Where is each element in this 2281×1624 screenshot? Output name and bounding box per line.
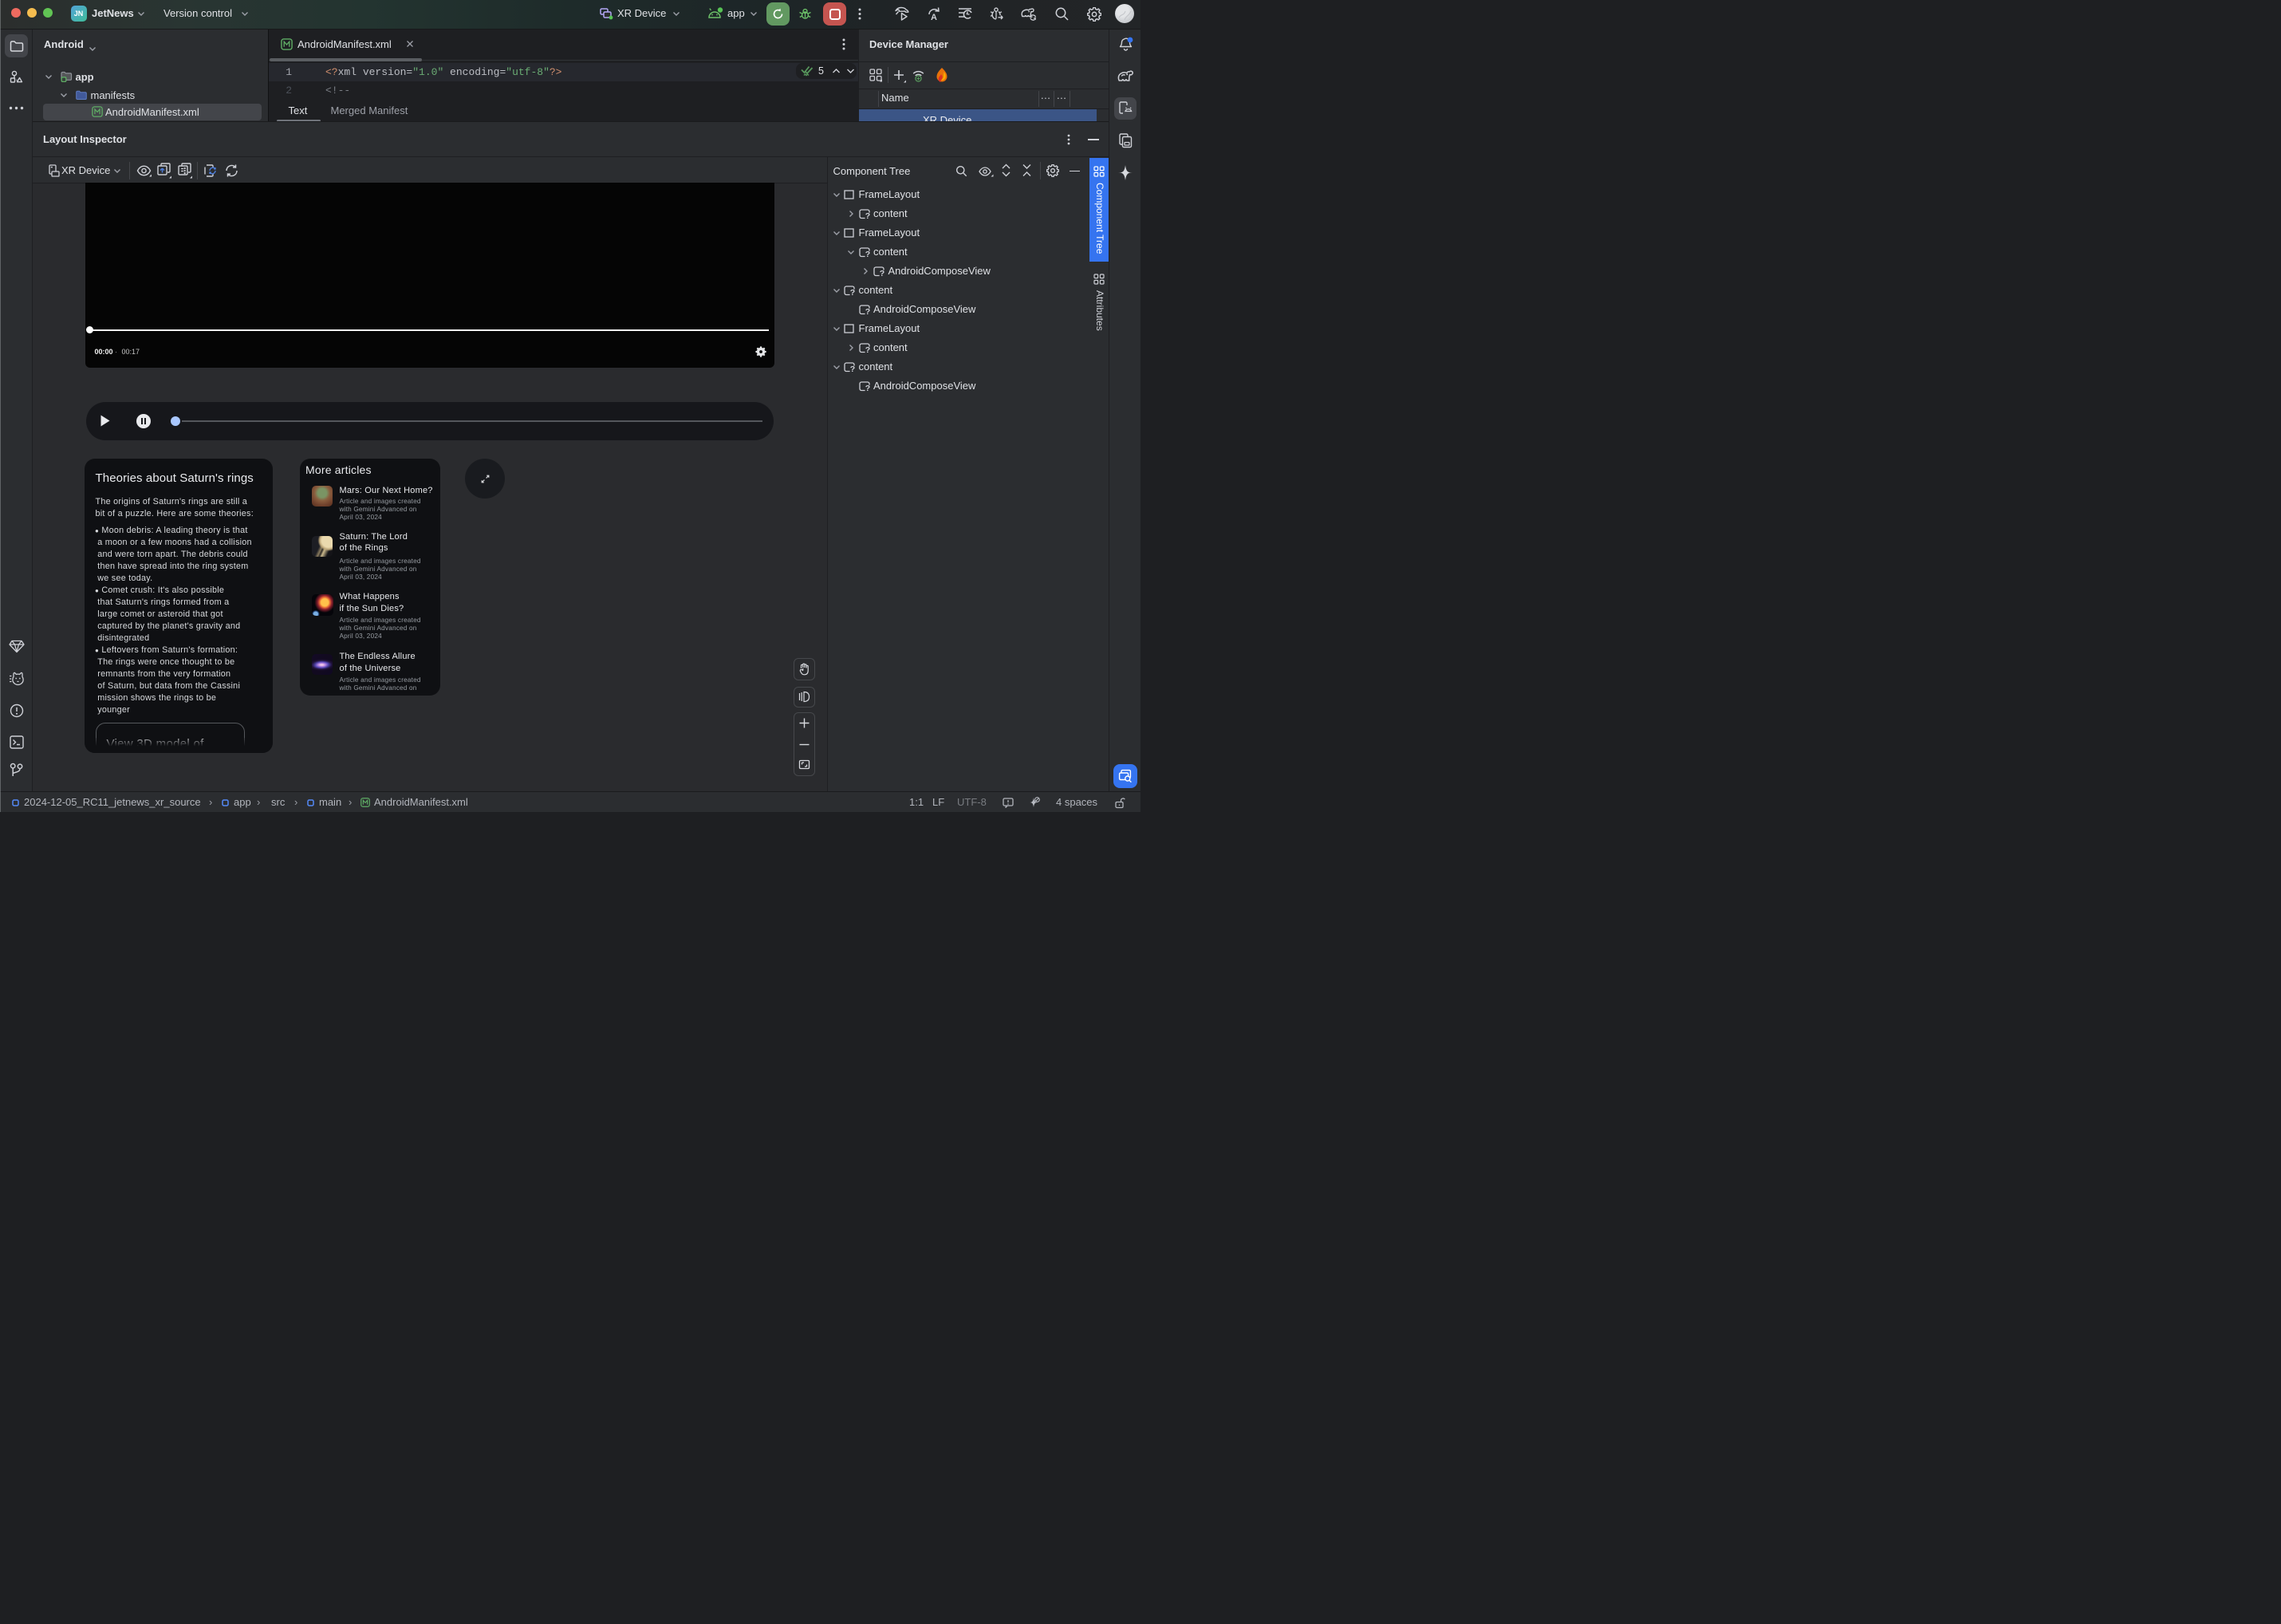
svg-text:?: ?: [865, 345, 869, 353]
svg-text:?: ?: [850, 365, 855, 372]
svg-text:?: ?: [850, 288, 855, 296]
svg-text:?: ?: [865, 250, 869, 258]
svg-text:?: ?: [865, 211, 869, 219]
svg-text:?: ?: [865, 307, 869, 315]
svg-text:A: A: [931, 13, 937, 22]
svg-text:?: ?: [880, 269, 884, 277]
svg-text:?: ?: [865, 384, 869, 392]
